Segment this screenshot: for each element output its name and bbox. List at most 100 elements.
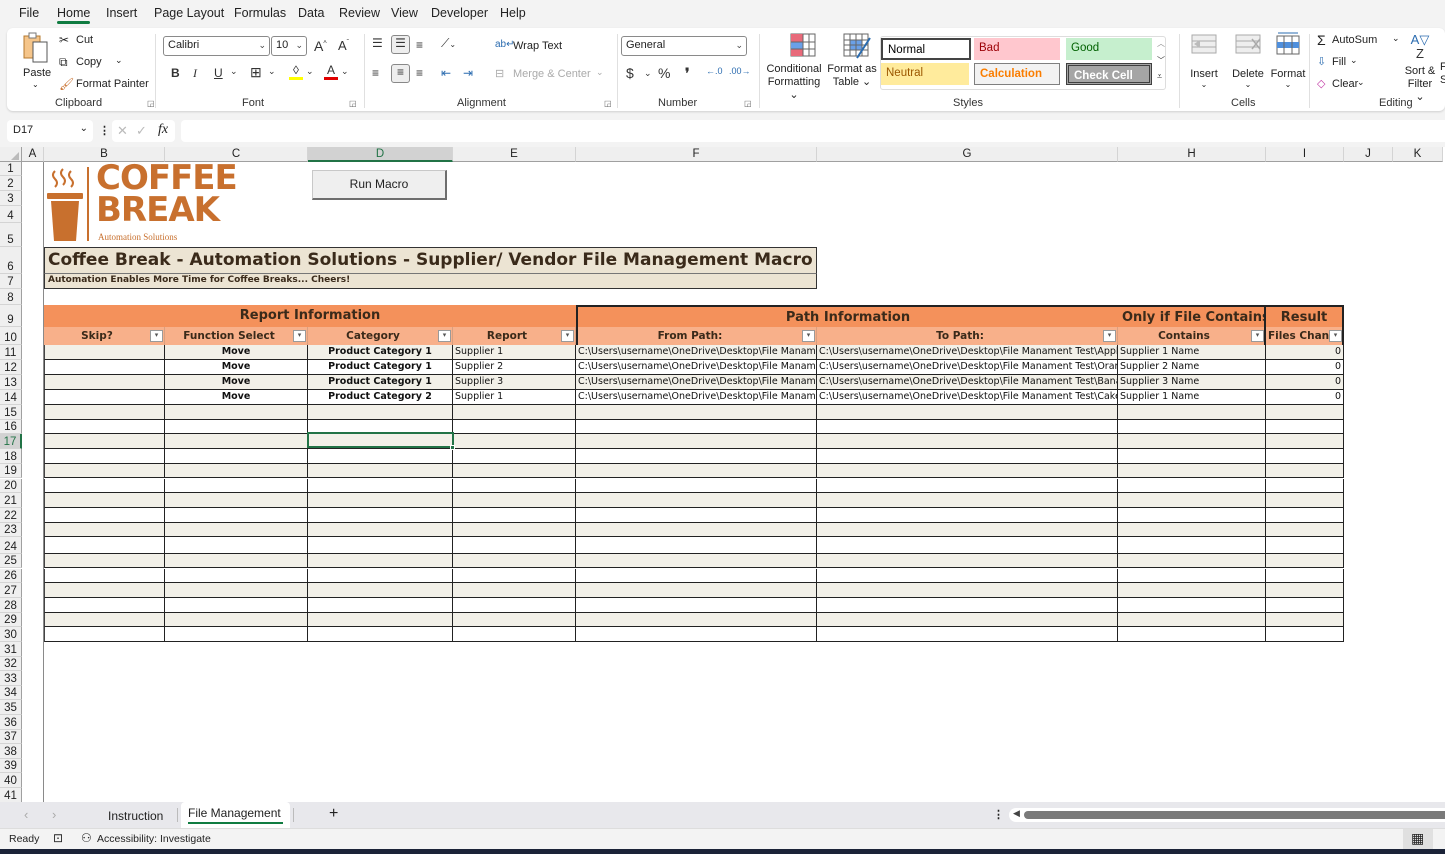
cell-from[interactable]: C:\Users\username\OneDrive\Desktop\File … bbox=[576, 375, 817, 390]
empty-cell[interactable] bbox=[453, 583, 576, 598]
row-header-37[interactable]: 37 bbox=[0, 729, 22, 745]
empty-cell[interactable] bbox=[165, 627, 308, 642]
cell-report[interactable]: Supplier 3 bbox=[453, 375, 576, 390]
empty-cell[interactable] bbox=[308, 522, 453, 538]
cell-contains[interactable]: Supplier 3 Name bbox=[1118, 375, 1266, 390]
decrease-font-size-button[interactable]: Aˇ bbox=[338, 38, 349, 53]
empty-cell[interactable] bbox=[817, 553, 1118, 569]
copy-dropdown-icon[interactable]: ⌄ bbox=[115, 55, 123, 66]
empty-cell[interactable] bbox=[308, 568, 453, 584]
empty-cell[interactable] bbox=[1266, 434, 1344, 450]
menu-view[interactable]: View bbox=[391, 6, 418, 20]
bold-button[interactable]: B bbox=[171, 66, 180, 80]
empty-cell[interactable] bbox=[817, 493, 1118, 508]
comma-style-button[interactable]: ❜ bbox=[685, 65, 690, 82]
empty-cell[interactable] bbox=[44, 493, 165, 508]
column-header-a[interactable]: A bbox=[22, 147, 44, 162]
empty-cell[interactable] bbox=[44, 405, 165, 420]
row-header-28[interactable]: 28 bbox=[0, 597, 22, 613]
row-header-7[interactable]: 7 bbox=[0, 274, 22, 289]
row-header-14[interactable]: 14 bbox=[0, 390, 22, 405]
empty-cell[interactable] bbox=[453, 463, 576, 479]
empty-cell[interactable] bbox=[165, 583, 308, 598]
empty-cell[interactable] bbox=[1266, 493, 1344, 508]
empty-cell[interactable] bbox=[308, 537, 453, 554]
selected-cell-d17[interactable] bbox=[307, 432, 454, 448]
row-header-9[interactable]: 9 bbox=[0, 305, 22, 327]
decrease-indent-button[interactable]: ⇤ bbox=[441, 66, 451, 80]
gallery-scroll-down-icon[interactable]: ﹀ bbox=[1157, 55, 1165, 66]
empty-cell[interactable] bbox=[1118, 405, 1266, 420]
menu-file[interactable]: File bbox=[19, 6, 39, 20]
empty-cell[interactable] bbox=[453, 522, 576, 538]
empty-cell[interactable] bbox=[1266, 553, 1344, 569]
run-macro-button[interactable]: Run Macro bbox=[312, 170, 447, 200]
empty-cell[interactable] bbox=[1118, 434, 1266, 450]
empty-cell[interactable] bbox=[817, 537, 1118, 554]
empty-cell[interactable] bbox=[576, 507, 817, 523]
number-format-select[interactable]: General ⌄ bbox=[621, 36, 747, 56]
empty-cell[interactable] bbox=[165, 434, 308, 450]
row-header-8[interactable]: 8 bbox=[0, 289, 22, 305]
row-header-17[interactable]: 17 bbox=[0, 434, 22, 450]
empty-cell[interactable] bbox=[308, 612, 453, 628]
borders-button[interactable]: ⊞ bbox=[250, 64, 262, 81]
underline-dropdown-icon[interactable]: ⌄ bbox=[230, 66, 238, 77]
empty-cell[interactable] bbox=[1266, 537, 1344, 554]
column-header-i[interactable]: I bbox=[1266, 147, 1344, 162]
empty-cell[interactable] bbox=[1118, 419, 1266, 435]
cell-contains[interactable]: Supplier 2 Name bbox=[1118, 360, 1266, 375]
sheet-tab-file-management[interactable]: File Management bbox=[181, 802, 290, 828]
menu-home[interactable]: Home bbox=[57, 6, 91, 24]
empty-cell[interactable] bbox=[1266, 478, 1344, 494]
empty-cell[interactable] bbox=[817, 507, 1118, 523]
menu-help[interactable]: Help bbox=[500, 6, 526, 20]
cell-skip[interactable] bbox=[44, 360, 165, 375]
find-select-button[interactable]: FS bbox=[1440, 61, 1445, 87]
empty-cell[interactable] bbox=[1266, 419, 1344, 435]
empty-cell[interactable] bbox=[453, 537, 576, 554]
cell-function[interactable]: Move bbox=[165, 345, 308, 360]
empty-cell[interactable] bbox=[1266, 449, 1344, 464]
empty-cell[interactable] bbox=[165, 449, 308, 464]
cell-category[interactable]: Product Category 1 bbox=[308, 345, 453, 360]
row-header-30[interactable]: 30 bbox=[0, 627, 22, 642]
row-header-3[interactable]: 3 bbox=[0, 191, 22, 206]
empty-cell[interactable] bbox=[576, 522, 817, 538]
filter-dropdown-icon[interactable]: ▾ bbox=[1329, 330, 1342, 342]
column-header-e[interactable]: E bbox=[453, 147, 576, 162]
empty-cell[interactable] bbox=[1118, 493, 1266, 508]
empty-cell[interactable] bbox=[165, 478, 308, 494]
style-calculation[interactable]: Calculation bbox=[974, 63, 1060, 85]
clipboard-launcher-icon[interactable]: ◲ bbox=[147, 99, 155, 108]
menu-formulas[interactable]: Formulas bbox=[234, 6, 286, 20]
fill-color-dropdown-icon[interactable]: ⌄ bbox=[306, 66, 314, 77]
empty-cell[interactable] bbox=[308, 553, 453, 569]
cell-contains[interactable]: Supplier 1 Name bbox=[1118, 345, 1266, 360]
column-header-d[interactable]: D bbox=[308, 147, 453, 162]
empty-cell[interactable] bbox=[308, 627, 453, 642]
formula-input[interactable] bbox=[181, 120, 1445, 142]
empty-cell[interactable] bbox=[1118, 522, 1266, 538]
empty-cell[interactable] bbox=[1118, 537, 1266, 554]
cell-from[interactable]: C:\Users\username\OneDrive\Desktop\File … bbox=[576, 390, 817, 405]
empty-cell[interactable] bbox=[576, 568, 817, 584]
increase-decimal-button[interactable]: ←.0 bbox=[706, 66, 723, 76]
name-box[interactable]: D17 ⌄ bbox=[7, 120, 93, 142]
empty-cell[interactable] bbox=[165, 537, 308, 554]
row-header-35[interactable]: 35 bbox=[0, 700, 22, 715]
accessibility-status[interactable]: Accessibility: Investigate bbox=[97, 833, 211, 845]
empty-cell[interactable] bbox=[453, 493, 576, 508]
row-header-25[interactable]: 25 bbox=[0, 553, 22, 569]
empty-cell[interactable] bbox=[44, 553, 165, 569]
add-sheet-button[interactable]: + bbox=[329, 805, 338, 823]
cancel-icon[interactable]: ✕ bbox=[117, 123, 128, 139]
filter-dropdown-icon[interactable]: ▾ bbox=[802, 330, 815, 342]
currency-dropdown-icon[interactable]: ⌄ bbox=[644, 68, 652, 79]
empty-cell[interactable] bbox=[453, 612, 576, 628]
middle-align-button[interactable]: ☰ bbox=[391, 35, 410, 54]
select-all-button[interactable] bbox=[0, 147, 22, 162]
row-header-39[interactable]: 39 bbox=[0, 758, 22, 774]
scroll-left-icon[interactable]: ◀ bbox=[1013, 808, 1020, 819]
row-header-4[interactable]: 4 bbox=[0, 206, 22, 223]
